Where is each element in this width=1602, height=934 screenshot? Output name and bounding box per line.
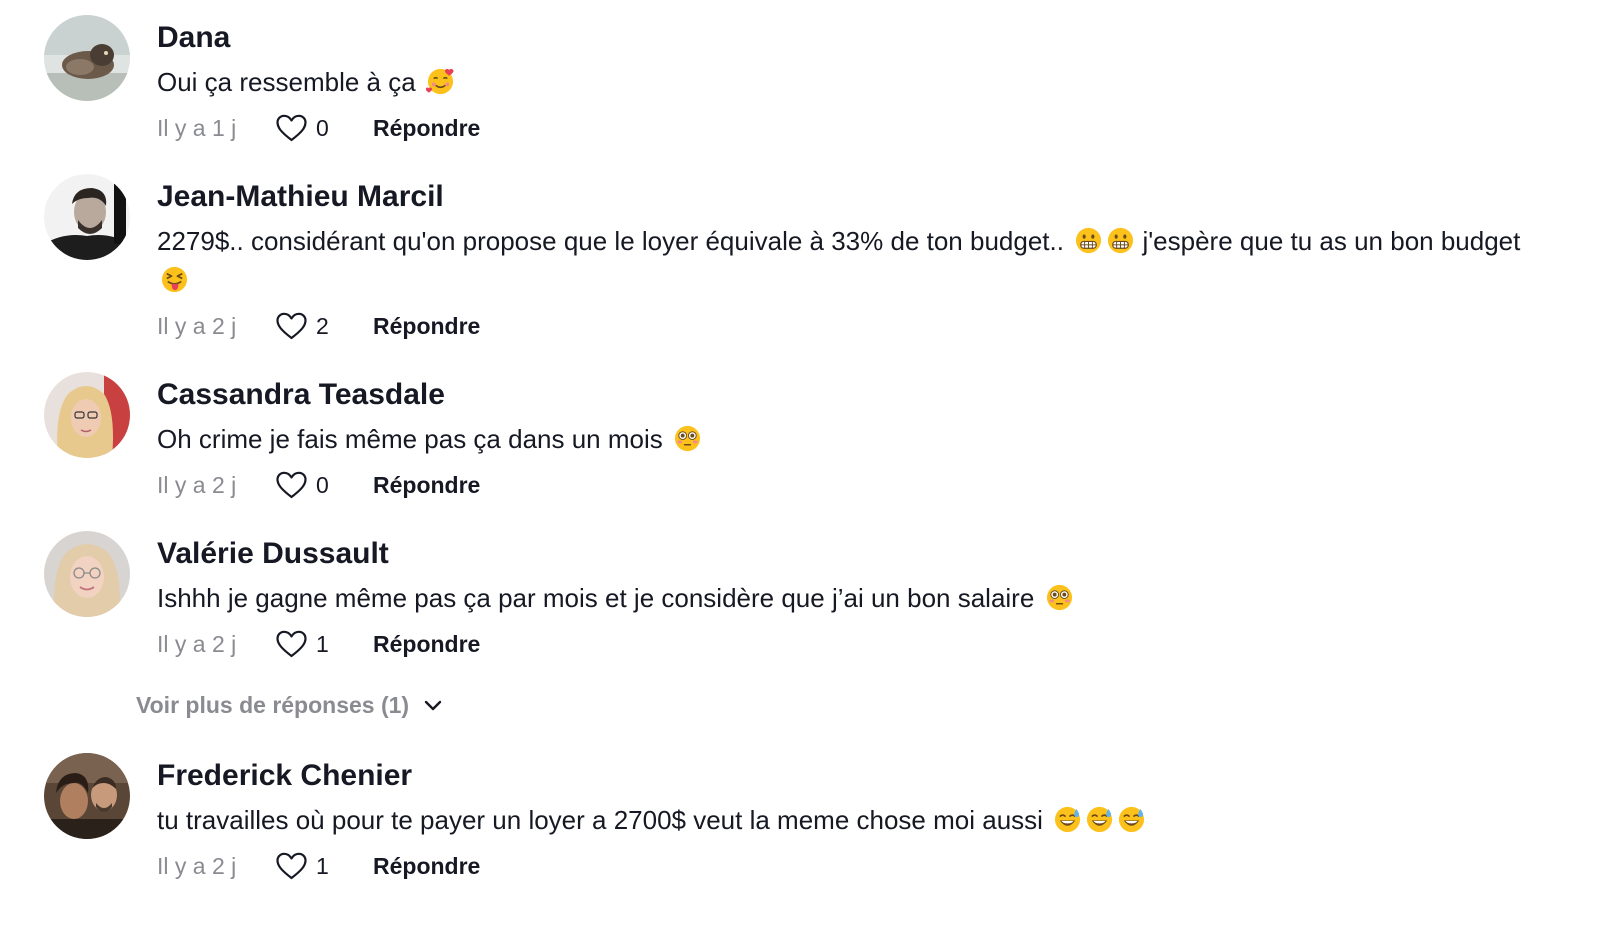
chevron-down-icon [424, 700, 442, 710]
heart-outline-icon [276, 312, 307, 340]
view-more-replies-button[interactable]: Voir plus de réponses (1) [136, 692, 443, 719]
comment-meta: Il y a 1 j 0 Répondre [157, 110, 1532, 146]
heart-outline-icon [276, 114, 307, 142]
comment-text: Oui ça ressemble à ça [157, 63, 1532, 102]
heart-outline-icon [276, 471, 307, 499]
comment-text-body: 2279$.. considérant qu'on propose que le… [157, 226, 1064, 256]
comment-meta: Il y a 2 j 0 Répondre [157, 467, 1532, 503]
like-button[interactable]: 0 [275, 113, 373, 143]
squinting-tongue-face-icon [160, 265, 189, 294]
avatar[interactable] [44, 372, 130, 458]
comment-text-body: tu travailles où pour te payer un loyer … [157, 805, 1043, 835]
comment-time: Il y a 2 j [157, 630, 237, 657]
comment-time: Il y a 2 j [157, 312, 237, 339]
like-count: 1 [316, 630, 329, 657]
reply-button[interactable]: Répondre [373, 313, 480, 340]
comment-text-body: Ishhh je gagne même pas ça par mois et j… [157, 583, 1035, 613]
grimacing-face-icon [1106, 226, 1135, 255]
sweat-smile-face-icon [1053, 805, 1082, 834]
comment-author[interactable]: Frederick Chenier [157, 758, 1532, 794]
flushed-face-icon [1045, 583, 1074, 612]
reply-button[interactable]: Répondre [373, 115, 480, 142]
comment-meta: Il y a 2 j 1 Répondre [157, 626, 1532, 662]
comment-text: tu travailles où pour te payer un loyer … [157, 801, 1532, 840]
comment-time: Il y a 1 j [157, 114, 237, 141]
like-button[interactable]: 1 [275, 629, 373, 659]
avatar[interactable] [44, 531, 130, 617]
comment-text: 2279$.. considérant qu'on propose que le… [157, 222, 1532, 300]
comment-author[interactable]: Valérie Dussault [157, 536, 1532, 572]
reply-button[interactable]: Répondre [373, 631, 480, 658]
reply-button[interactable]: Répondre [373, 472, 480, 499]
view-more-replies-label: Voir plus de réponses (1) [136, 692, 410, 718]
like-button[interactable]: 0 [275, 470, 373, 500]
flushed-face-icon [673, 424, 702, 453]
heart-outline-icon [276, 630, 307, 658]
comment-time: Il y a 2 j [157, 471, 237, 498]
comment-text-body: Oh crime je fais même pas ça dans un moi… [157, 424, 663, 454]
comment-meta: Il y a 2 j 1 Répondre [157, 848, 1532, 884]
comment-time: Il y a 2 j [157, 852, 237, 879]
avatar[interactable] [44, 174, 130, 260]
like-count: 0 [316, 114, 329, 141]
grimacing-face-icon [1074, 226, 1103, 255]
like-count: 2 [316, 312, 329, 339]
like-count: 1 [316, 852, 329, 879]
comment-text: Ishhh je gagne même pas ça par mois et j… [157, 579, 1532, 618]
comment-text-body: Oui ça ressemble à ça [157, 67, 416, 97]
avatar[interactable] [44, 753, 130, 839]
comment-meta: Il y a 2 j 2 Répondre [157, 308, 1532, 344]
like-button[interactable]: 2 [275, 311, 373, 341]
heart-outline-icon [276, 852, 307, 880]
avatar[interactable] [44, 15, 130, 101]
comment-author[interactable]: Dana [157, 20, 1532, 56]
comment-text-continued: j'espère que tu as un bon budget [1142, 226, 1521, 256]
like-button[interactable]: 1 [275, 851, 373, 881]
sweat-smile-face-icon [1085, 805, 1114, 834]
sweat-smile-face-icon [1117, 805, 1146, 834]
comment-author[interactable]: Cassandra Teasdale [157, 377, 1532, 413]
comment-text: Oh crime je fais même pas ça dans un moi… [157, 420, 1532, 459]
like-count: 0 [316, 471, 329, 498]
smiling-face-with-hearts-icon [425, 67, 455, 96]
comment-author[interactable]: Jean-Mathieu Marcil [157, 179, 1532, 215]
reply-button[interactable]: Répondre [373, 853, 480, 880]
